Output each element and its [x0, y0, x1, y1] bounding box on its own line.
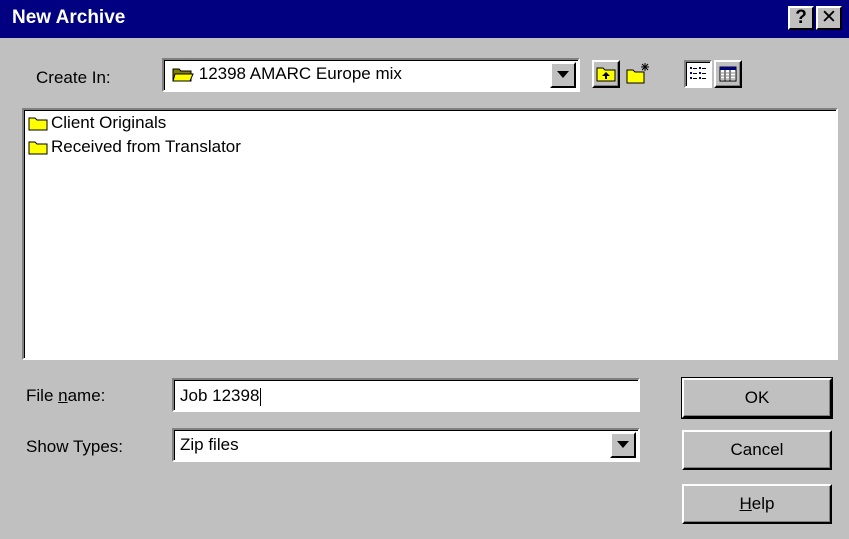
up-folder-icon	[596, 67, 616, 82]
details-view-button[interactable]	[714, 60, 742, 88]
help-title-button[interactable]: ?	[788, 6, 814, 30]
list-view-button[interactable]	[684, 60, 712, 88]
folder-icon	[28, 141, 48, 155]
file-list[interactable]: Client Originals Received from Translato…	[22, 108, 838, 360]
create-in-dropdown-button[interactable]	[550, 62, 576, 88]
title-bar[interactable]: New Archive ? ✕	[0, 0, 849, 38]
file-name-label: File name:	[26, 386, 106, 405]
text-cursor	[260, 387, 262, 406]
list-item[interactable]: Received from Translator	[28, 136, 241, 158]
new-archive-dialog: New Archive ? ✕ Create In: 12398 AMARC E…	[0, 0, 849, 539]
close-icon: ✕	[821, 7, 837, 28]
create-in-combo[interactable]: 12398 AMARC Europe mix	[162, 58, 580, 92]
file-name-input[interactable]: Job 12398	[172, 378, 640, 412]
details-view-icon	[719, 66, 737, 82]
list-item-label: Client Originals	[51, 113, 167, 132]
up-one-level-button[interactable]	[592, 60, 620, 88]
chevron-down-icon	[617, 441, 629, 448]
list-item[interactable]: Client Originals	[28, 112, 166, 134]
chevron-down-icon	[557, 71, 569, 78]
show-types-dropdown-button[interactable]	[610, 432, 636, 458]
list-item-label: Received from Translator	[51, 137, 241, 156]
show-types-combo[interactable]: Zip files	[172, 428, 640, 462]
cancel-button[interactable]: Cancel	[682, 430, 832, 470]
close-button[interactable]: ✕	[816, 6, 842, 30]
folder-icon	[28, 117, 48, 131]
file-name-value: Job 12398	[180, 386, 260, 405]
window-title: New Archive	[12, 7, 126, 28]
new-folder-button[interactable]	[624, 60, 652, 88]
create-in-value: 12398 AMARC Europe mix	[198, 64, 402, 83]
question-icon: ?	[795, 7, 807, 28]
ok-button[interactable]: OK	[681, 377, 833, 419]
new-folder-icon	[626, 63, 649, 84]
list-view-icon	[690, 67, 706, 79]
help-button[interactable]: Help	[682, 484, 832, 524]
open-folder-icon	[172, 68, 194, 82]
show-types-value: Zip files	[180, 435, 239, 454]
show-types-label: Show Types:	[26, 437, 124, 456]
create-in-label: Create In:	[36, 68, 111, 87]
